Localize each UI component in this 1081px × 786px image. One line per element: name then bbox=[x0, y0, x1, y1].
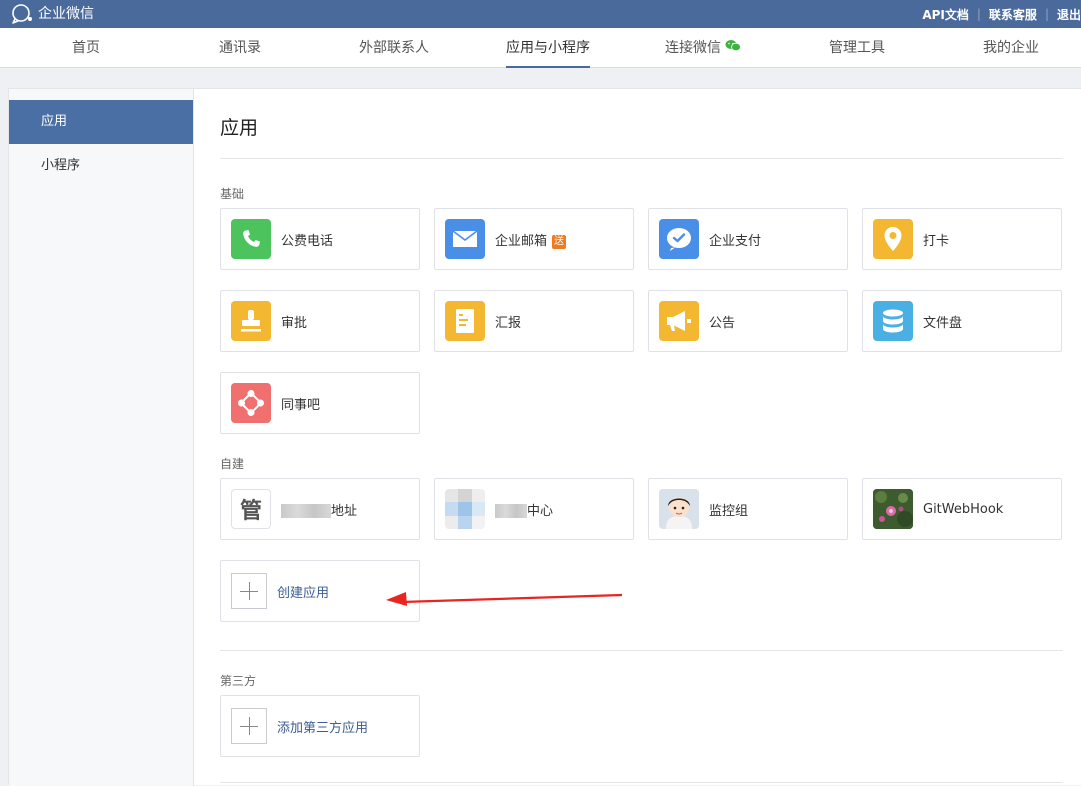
logout-link[interactable]: 退出 bbox=[1057, 6, 1081, 23]
nav-connect-wechat-label: 连接微信 bbox=[665, 40, 721, 56]
divider bbox=[220, 782, 1063, 783]
contact-support-link[interactable]: 联系客服 bbox=[989, 6, 1037, 23]
payment-icon bbox=[659, 219, 699, 259]
nav-apps[interactable]: 应用与小程序 bbox=[506, 28, 590, 68]
sidebar-item-apps[interactable]: 应用 bbox=[9, 100, 193, 144]
mail-icon bbox=[445, 219, 485, 259]
page-title: 应用 bbox=[220, 117, 259, 139]
app-label: 公费电话 bbox=[281, 233, 334, 249]
redacted-text bbox=[281, 504, 331, 518]
redacted-text bbox=[495, 504, 527, 518]
app-card-mail[interactable]: 企业邮箱送 bbox=[434, 208, 634, 270]
section-label-third-party: 第三方 bbox=[220, 674, 257, 688]
app-label: 企业邮箱送 bbox=[495, 230, 567, 249]
top-bar: 企业微信 API文档 | 联系客服 | 退出 bbox=[0, 0, 1081, 28]
section-label-basic: 基础 bbox=[220, 187, 245, 201]
add-third-party-app-button[interactable]: 添加第三方应用 bbox=[220, 695, 420, 757]
app-card-gitwebhook[interactable]: GitWebHook bbox=[862, 478, 1062, 540]
guan-text-icon: 管 bbox=[231, 489, 271, 529]
stamp-icon bbox=[231, 301, 271, 341]
app-label: 企业支付 bbox=[709, 233, 762, 249]
wework-logo-icon bbox=[10, 4, 34, 24]
app-card-phone[interactable]: 公费电话 bbox=[220, 208, 420, 270]
top-links: API文档 | 联系客服 | 退出 bbox=[922, 0, 1081, 28]
nav-external-contacts[interactable]: 外部联系人 bbox=[359, 28, 429, 68]
sidebar-item-mini-programs[interactable]: 小程序 bbox=[9, 144, 193, 188]
app-card-report[interactable]: 汇报 bbox=[434, 290, 634, 352]
database-icon bbox=[873, 301, 913, 341]
app-card-payment[interactable]: 企业支付 bbox=[648, 208, 848, 270]
app-label: 文件盘 bbox=[923, 315, 963, 331]
brand-name: 企业微信 bbox=[38, 6, 94, 22]
app-card-checkin[interactable]: 打卡 bbox=[862, 208, 1062, 270]
gift-badge: 送 bbox=[552, 234, 567, 249]
app-label: 地址 bbox=[281, 500, 357, 519]
nav-home[interactable]: 首页 bbox=[72, 28, 100, 68]
app-card-announcement[interactable]: 公告 bbox=[648, 290, 848, 352]
divider bbox=[220, 650, 1063, 651]
app-label: 打卡 bbox=[923, 233, 950, 249]
cartoon-avatar-icon bbox=[659, 489, 699, 529]
app-label: 审批 bbox=[281, 315, 308, 331]
divider: | bbox=[1044, 7, 1049, 21]
app-card-monitor-group[interactable]: 监控组 bbox=[648, 478, 848, 540]
app-card-custom-center[interactable]: 中心 bbox=[434, 478, 634, 540]
pixelated-icon bbox=[445, 489, 485, 529]
network-icon bbox=[231, 383, 271, 423]
create-app-label: 创建应用 bbox=[277, 585, 330, 601]
nav-my-company[interactable]: 我的企业 bbox=[983, 28, 1039, 68]
nav-admin-tools[interactable]: 管理工具 bbox=[829, 28, 885, 68]
app-card-custom-address[interactable]: 管 地址 bbox=[220, 478, 420, 540]
annotation-arrow-icon bbox=[386, 592, 623, 606]
plus-icon bbox=[231, 573, 267, 609]
content-panel: 应用 小程序 应用 基础 公费电话 企业邮箱送 企业支付 打卡 审批 汇报 公告… bbox=[8, 88, 1081, 786]
section-label-custom: 自建 bbox=[220, 457, 245, 471]
app-label: 汇报 bbox=[495, 315, 522, 331]
app-label: 中心 bbox=[495, 500, 553, 519]
app-card-approval[interactable]: 审批 bbox=[220, 290, 420, 352]
nav-connect-wechat[interactable]: 连接微信 bbox=[665, 28, 741, 68]
app-label: 监控组 bbox=[709, 503, 749, 519]
app-label-text: 中心 bbox=[527, 503, 554, 519]
report-icon bbox=[445, 301, 485, 341]
plus-icon bbox=[231, 708, 267, 744]
app-card-file-drive[interactable]: 文件盘 bbox=[862, 290, 1062, 352]
app-label-text: 地址 bbox=[331, 503, 358, 519]
api-docs-link[interactable]: API文档 bbox=[922, 6, 969, 23]
app-card-colleague-forum[interactable]: 同事吧 bbox=[220, 372, 420, 434]
wechat-icon bbox=[725, 28, 741, 68]
nav-contacts[interactable]: 通讯录 bbox=[219, 28, 261, 68]
divider: | bbox=[976, 7, 981, 21]
megaphone-icon bbox=[659, 301, 699, 341]
app-label: GitWebHook bbox=[923, 501, 1004, 517]
app-label-text: 企业邮箱 bbox=[495, 233, 548, 249]
flower-photo-icon bbox=[873, 489, 913, 529]
divider bbox=[220, 158, 1063, 159]
phone-icon bbox=[231, 219, 271, 259]
app-label: 公告 bbox=[709, 315, 736, 331]
brand-logo[interactable]: 企业微信 bbox=[10, 4, 94, 24]
location-pin-icon bbox=[873, 219, 913, 259]
sidebar: 应用 小程序 bbox=[9, 89, 194, 786]
add-third-party-app-label: 添加第三方应用 bbox=[277, 720, 369, 736]
app-label: 同事吧 bbox=[281, 397, 321, 413]
main-nav: 首页 通讯录 外部联系人 应用与小程序 连接微信 管理工具 我的企业 bbox=[0, 28, 1081, 68]
